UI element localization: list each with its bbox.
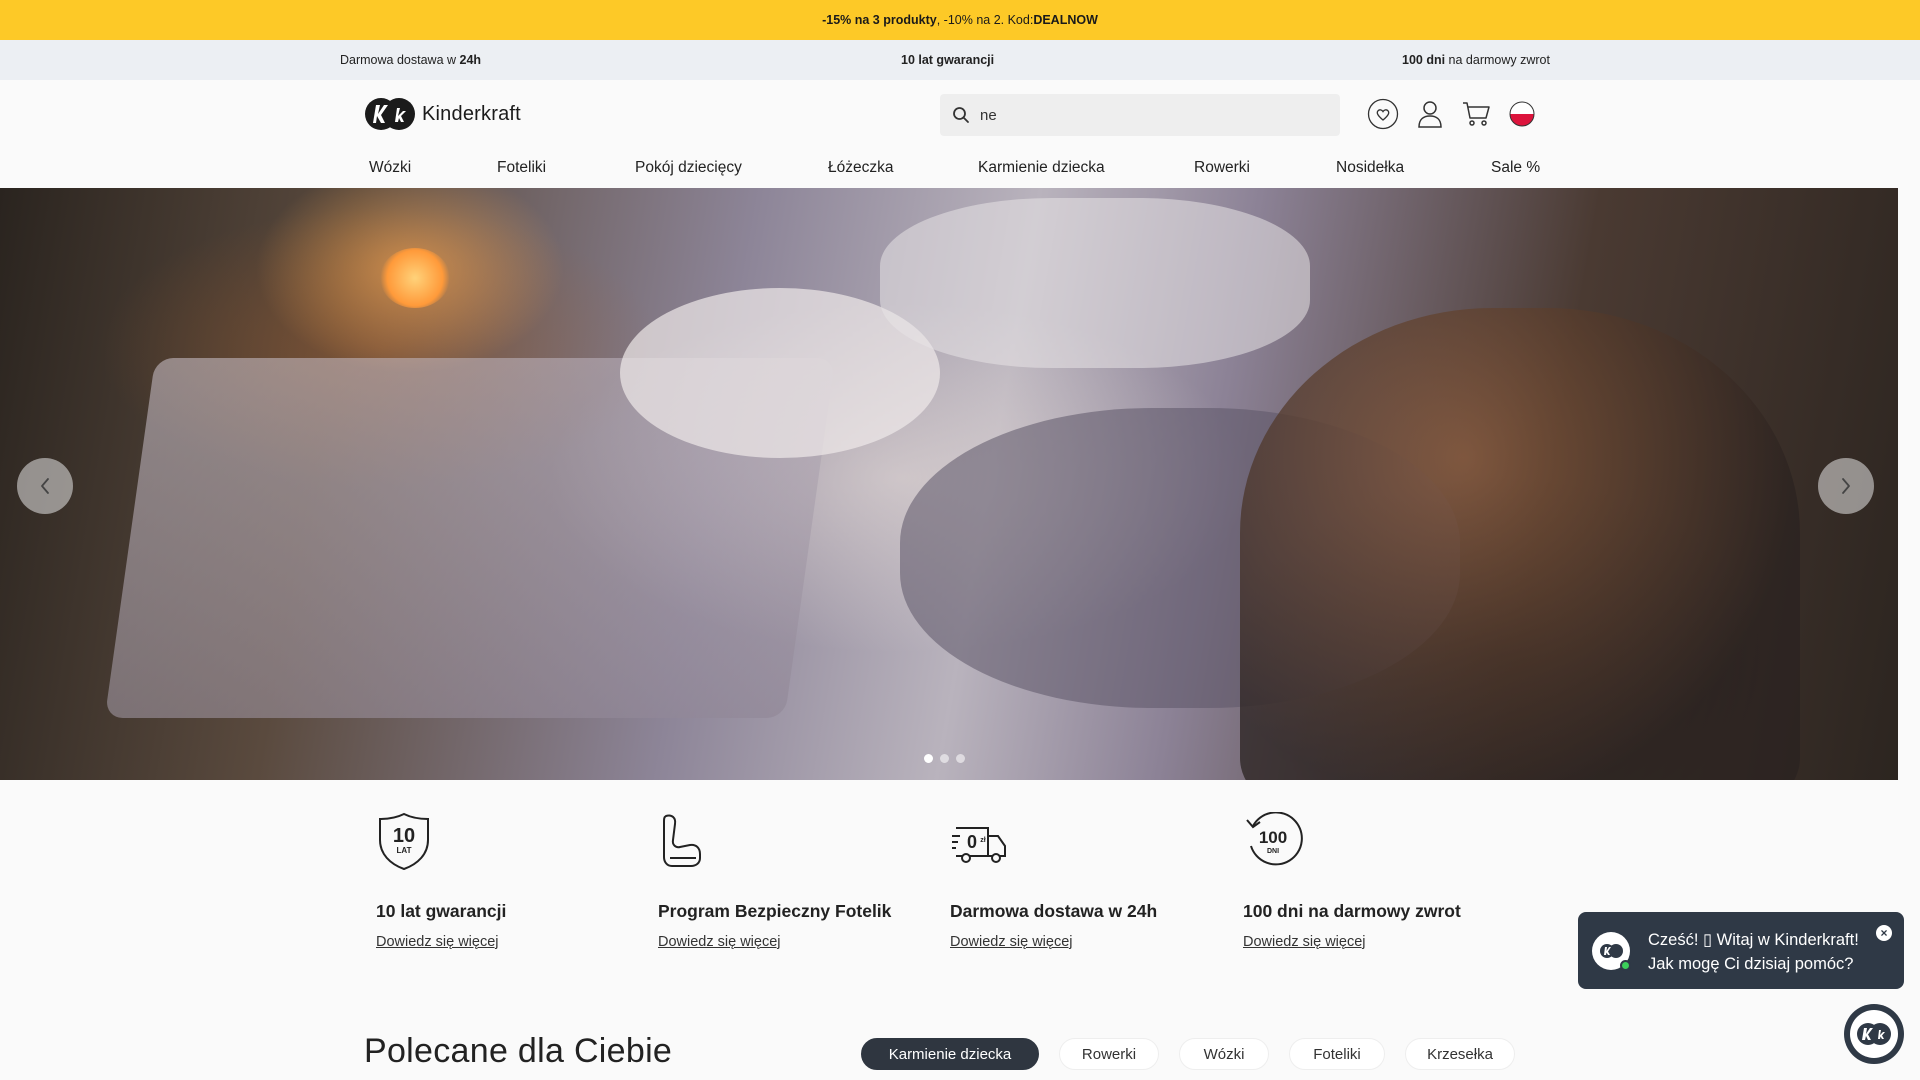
nav-item-sale[interactable]: Sale % xyxy=(1491,159,1540,177)
svg-text:10: 10 xyxy=(393,825,415,847)
feature-learn-more-link[interactable]: Dowiedz się więcej xyxy=(950,934,1073,950)
carousel-next-button[interactable] xyxy=(1818,458,1874,514)
section-title: Polecane dla Ciebie xyxy=(364,1032,673,1070)
language-selector[interactable] xyxy=(1506,98,1538,130)
feature-title: 10 lat gwarancji xyxy=(376,901,507,921)
chevron-left-icon xyxy=(41,478,49,494)
usp-returns: 100 dni na darmowy zwrot xyxy=(1402,53,1550,67)
page: -15% na 3 produkty, -10% na 2. Kod: DEAL… xyxy=(0,0,1920,1080)
chat-line-2: Jak mogę Ci dzisiaj pomóc? xyxy=(1648,955,1854,973)
chat-launcher-button[interactable] xyxy=(1844,1004,1904,1064)
search-box[interactable] xyxy=(940,94,1340,136)
svg-text:LAT: LAT xyxy=(397,846,412,855)
feature-learn-more-link[interactable]: Dowiedz się więcej xyxy=(1243,934,1366,950)
carousel-dot-1[interactable] xyxy=(924,754,933,763)
chevron-right-icon xyxy=(1842,478,1850,494)
poland-flag-icon xyxy=(1509,101,1535,127)
hero-lamp-glow xyxy=(380,248,450,308)
car-seat-icon xyxy=(663,814,701,867)
100-days-return-icon: 100 DNI xyxy=(1246,811,1303,866)
hero-pillow-shape-2 xyxy=(880,198,1310,368)
svg-text:zł: zł xyxy=(980,837,986,844)
cart-button[interactable] xyxy=(1460,98,1492,130)
svg-text:0: 0 xyxy=(967,832,977,852)
kinderkraft-logo-icon xyxy=(1857,1023,1891,1045)
chip-wozki[interactable]: Wózki xyxy=(1179,1038,1269,1070)
usp-delivery: Darmowa dostawa w 24h xyxy=(340,53,481,67)
feature-title: 100 dni na darmowy zwrot xyxy=(1243,901,1461,921)
promo-bar[interactable]: -15% na 3 produkty, -10% na 2. Kod: DEAL… xyxy=(0,0,1920,40)
search-input[interactable] xyxy=(980,106,1320,124)
chip-foteliki[interactable]: Foteliki xyxy=(1289,1038,1385,1070)
online-status-dot xyxy=(1620,960,1631,971)
usp-returns-text: na darmowy zwrot xyxy=(1445,53,1550,67)
cart-icon xyxy=(1463,102,1490,126)
nav-item-pokoj-dzieciecy[interactable]: Pokój dziecięcy xyxy=(635,159,742,177)
nav-item-wozki[interactable]: Wózki xyxy=(369,159,411,177)
carousel-dots xyxy=(924,754,965,763)
feature-learn-more-link[interactable]: Dowiedz się więcej xyxy=(376,934,499,950)
account-button[interactable] xyxy=(1414,98,1446,130)
nav-item-karmienie-dziecka[interactable]: Karmienie dziecka xyxy=(978,159,1105,177)
feature-title: Program Bezpieczny Fotelik xyxy=(658,901,892,921)
feature-warranty: 10 LAT 10 lat gwarancji Dowiedz się więc… xyxy=(376,812,636,951)
svg-text:DNI: DNI xyxy=(1267,848,1279,855)
usp-delivery-text: Darmowa dostawa w xyxy=(340,53,460,67)
user-icon xyxy=(1418,101,1442,128)
feature-free-delivery: 0 zł Darmowa dostawa w 24h Dowiedz się w… xyxy=(950,812,1210,951)
kinderkraft-logo-icon xyxy=(365,98,415,130)
carousel-prev-button[interactable] xyxy=(17,458,73,514)
heart-icon xyxy=(1367,98,1399,130)
nav-item-rowerki[interactable]: Rowerki xyxy=(1194,159,1250,177)
feature-safe-seat: Program Bezpieczny Fotelik Dowiedz się w… xyxy=(658,812,918,951)
usp-bar: Darmowa dostawa w 24h 10 lat gwarancji 1… xyxy=(0,40,1920,80)
delivery-van-icon: 0 zł xyxy=(952,827,1006,863)
feature-title: Darmowa dostawa w 24h xyxy=(950,901,1158,921)
logo[interactable]: Kinderkraft xyxy=(364,97,521,131)
promo-discount: -15% na 3 produkty xyxy=(822,13,937,27)
carousel-dot-3[interactable] xyxy=(956,754,965,763)
promo-code: DEALNOW xyxy=(1033,13,1098,27)
logo-text: Kinderkraft xyxy=(422,102,521,125)
chat-message: Cześć! ▯ Witaj w Kinderkraft! Jak mogę C… xyxy=(1648,928,1859,976)
hero-banner-image[interactable] xyxy=(0,188,1898,780)
usp-delivery-time: 24h xyxy=(459,53,482,67)
promo-text: , -10% na 2. Kod: xyxy=(936,13,1034,27)
wishlist-button[interactable] xyxy=(1367,98,1399,130)
nav-item-foteliki[interactable]: Foteliki xyxy=(497,159,546,177)
usp-returns-days: 100 dni xyxy=(1402,53,1446,67)
chat-close-button[interactable]: × xyxy=(1876,925,1892,941)
main-nav: Wózki Foteliki Pokój dziecięcy Łóżeczka … xyxy=(0,156,1920,188)
svg-text:100: 100 xyxy=(1259,828,1287,847)
feature-returns: 100 DNI 100 dni na darmowy zwrot Dowiedz… xyxy=(1243,811,1503,951)
chat-line-1: Cześć! ▯ Witaj w Kinderkraft! xyxy=(1648,931,1859,949)
nav-item-lozeczka[interactable]: Łóżeczka xyxy=(828,159,893,177)
chat-launcher-inner xyxy=(1850,1010,1898,1058)
chip-krzeselka[interactable]: Krzesełka xyxy=(1405,1038,1515,1070)
feature-learn-more-link[interactable]: Dowiedz się więcej xyxy=(658,934,781,950)
chip-karmienie-dziecka[interactable]: Karmienie dziecka xyxy=(861,1038,1039,1070)
nav-item-nosidelka[interactable]: Nosidełka xyxy=(1336,159,1404,177)
hero-person-shape xyxy=(1240,308,1800,780)
usp-warranty: 10 lat gwarancji xyxy=(901,53,995,67)
chip-rowerki[interactable]: Rowerki xyxy=(1059,1038,1159,1070)
search-icon xyxy=(953,107,969,123)
chat-greeting-bubble[interactable]: Cześć! ▯ Witaj w Kinderkraft! Jak mogę C… xyxy=(1578,912,1904,989)
carousel-dot-2[interactable] xyxy=(940,754,949,763)
close-icon: × xyxy=(1880,926,1888,940)
shield-10-years-icon: 10 LAT xyxy=(379,812,429,871)
